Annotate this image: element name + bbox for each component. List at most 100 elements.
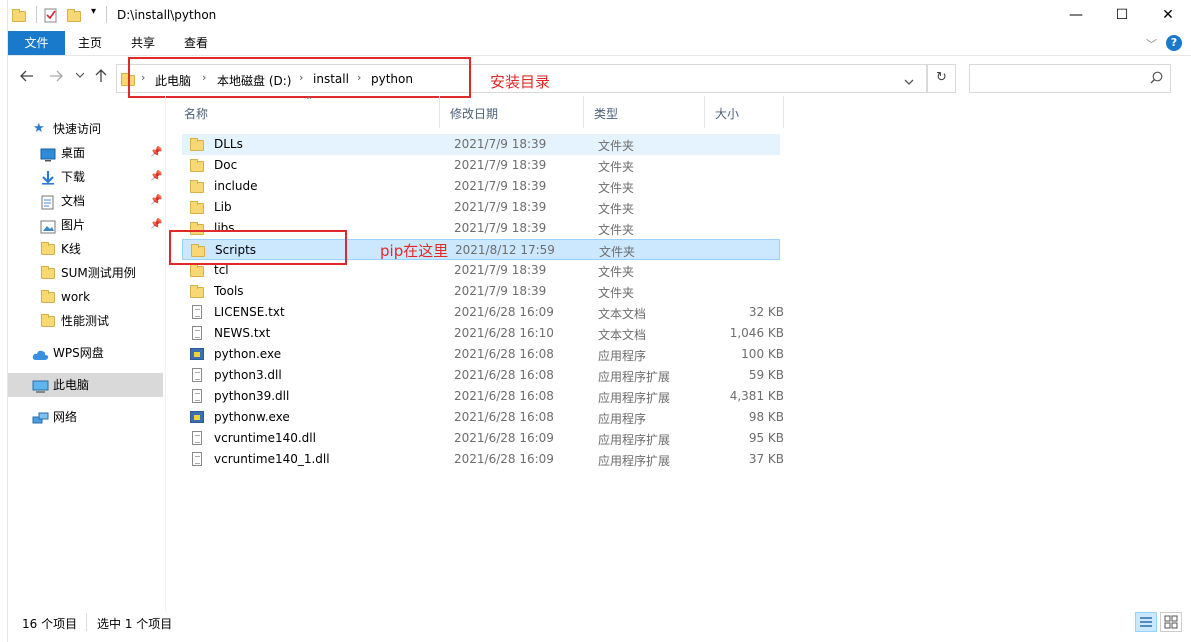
customize-toolbar-icon[interactable]: ▾ [91, 6, 96, 17]
up-button[interactable] [94, 69, 108, 87]
sidebar-item-downloads[interactable]: 下载 📌 [8, 165, 163, 189]
file-size: 1,046 KB [729, 326, 784, 340]
file-name: Doc [214, 158, 238, 172]
file-row[interactable]: python.exe 2021/6/28 16:08 应用程序 100 KB [182, 344, 784, 365]
star-icon: ★ [33, 121, 45, 136]
details-view-button[interactable] [1135, 612, 1157, 632]
forward-button[interactable] [49, 69, 63, 87]
file-name: pythonw.exe [214, 410, 290, 424]
file-row[interactable]: LICENSE.txt 2021/6/28 16:09 文本文档 32 KB [182, 302, 784, 323]
sidebar-item-label: SUM测试用例 [61, 266, 136, 280]
folder-icon [190, 158, 204, 172]
ribbon: 文件 主页 共享 查看 ﹀ ? [8, 31, 1191, 56]
sidebar-item-network[interactable]: 网络 [8, 405, 163, 429]
file-type: 文件夹 [598, 265, 635, 279]
pin-icon: 📌 [150, 147, 163, 158]
sidebar-item-quick-access[interactable]: ★ 快速访问 [8, 117, 163, 141]
search-icon [1150, 71, 1163, 87]
arrow-left-icon [20, 70, 33, 82]
dll-file-icon [190, 389, 204, 403]
recent-locations-button[interactable] [75, 71, 85, 81]
sidebar-item-wps-cloud[interactable]: WPS网盘 [8, 341, 163, 365]
dll-file-icon [190, 368, 204, 382]
file-name: NEWS.txt [214, 326, 271, 340]
folder-icon [190, 263, 204, 277]
details-view-icon [1140, 617, 1152, 627]
tab-home[interactable]: 主页 [70, 31, 110, 55]
arrow-right-icon [50, 70, 63, 82]
sidebar-item-label: 此电脑 [53, 378, 90, 392]
tab-view[interactable]: 查看 [174, 31, 218, 55]
expand-ribbon-icon[interactable]: ﹀ [1146, 36, 1157, 52]
folder-icon [190, 137, 204, 151]
picture-icon [40, 218, 56, 234]
annotation-pip-here: pip在这里 [380, 242, 449, 260]
file-name: DLLs [214, 137, 243, 151]
file-modified-date: 2021/8/12 17:59 [455, 243, 555, 257]
tab-file[interactable]: 文件 [8, 31, 65, 55]
status-divider [86, 613, 87, 631]
file-row[interactable]: python3.dll 2021/6/28 16:08 应用程序扩展 59 KB [182, 365, 784, 386]
file-size: 98 KB [748, 410, 784, 424]
new-folder-icon[interactable] [67, 8, 81, 22]
file-row[interactable]: Doc 2021/7/9 18:39 文件夹 [182, 155, 780, 176]
file-type: 文本文档 [598, 307, 647, 321]
network-icon [32, 410, 49, 424]
file-row[interactable]: python39.dll 2021/6/28 16:08 应用程序扩展 4,381 K… [182, 386, 784, 407]
refresh-button[interactable]: ↻ [927, 64, 956, 93]
file-row[interactable]: NEWS.txt 2021/6/28 16:10 文本文档 1,046 KB [182, 323, 784, 344]
sidebar-item-desktop[interactable]: 桌面 📌 [8, 141, 163, 165]
status-selection-count: 选中 1 个项目 [97, 617, 173, 631]
file-row[interactable]: Lib 2021/7/9 18:39 文件夹 [182, 197, 780, 218]
minimize-button[interactable]: — [1053, 0, 1099, 31]
folder-icon [41, 266, 57, 280]
file-row[interactable]: pythonw.exe 2021/6/28 16:08 应用程序 98 KB [182, 407, 784, 428]
file-modified-date: 2021/6/28 16:08 [454, 410, 554, 424]
file-row[interactable]: Tools 2021/7/9 18:39 文件夹 [182, 281, 780, 302]
file-size: 37 KB [748, 452, 784, 466]
sidebar-item-work[interactable]: work [8, 285, 163, 309]
address-history-dropdown[interactable] [904, 75, 914, 89]
file-name: python3.dll [214, 368, 282, 382]
sidebar-item-perf-test[interactable]: 性能测试 [8, 309, 163, 333]
maximize-button[interactable]: ☐ [1099, 0, 1145, 31]
sidebar-item-pictures[interactable]: 图片 📌 [8, 213, 163, 237]
file-name: vcruntime140.dll [214, 431, 316, 445]
text-file-icon [190, 326, 204, 340]
properties-icon[interactable] [44, 8, 58, 23]
column-header-type[interactable]: 类型 [584, 96, 705, 128]
column-header-size[interactable]: 大小 [705, 96, 784, 128]
sidebar-item-sum-testcases[interactable]: SUM测试用例 [8, 261, 163, 285]
python-exe-icon [190, 410, 204, 424]
back-button[interactable] [20, 69, 34, 87]
close-button[interactable]: ✕ [1145, 0, 1191, 31]
window-title: D:\install\python [117, 8, 217, 22]
large-icons-view-button[interactable] [1160, 612, 1182, 632]
python-exe-icon [190, 347, 204, 361]
file-name: python39.dll [214, 389, 290, 403]
file-row[interactable]: vcruntime140_1.dll 2021/6/28 16:09 应用程序扩展 3… [182, 449, 784, 470]
file-type: 文件夹 [599, 245, 636, 259]
file-row[interactable]: DLLs 2021/7/9 18:39 文件夹 [182, 134, 780, 155]
refresh-icon: ↻ [936, 70, 947, 85]
file-row[interactable]: vcruntime140.dll 2021/6/28 16:09 应用程序扩展 95 … [182, 428, 784, 449]
sidebar-item-kline[interactable]: K线 [8, 237, 163, 261]
download-icon [40, 170, 56, 185]
column-header-modified[interactable]: 修改日期 [440, 96, 584, 128]
help-icon[interactable]: ? [1166, 35, 1182, 51]
sidebar-item-label: K线 [61, 242, 81, 256]
sidebar-item-documents[interactable]: 文档 📌 [8, 189, 163, 213]
sidebar-item-label: 图片 [61, 218, 86, 232]
file-name: python.exe [214, 347, 282, 361]
chevron-down-icon [904, 79, 914, 85]
sidebar-item-this-pc[interactable]: 此电脑 [8, 373, 163, 397]
search-input[interactable] [969, 64, 1171, 93]
file-row[interactable]: include 2021/7/9 18:39 文件夹 [182, 176, 780, 197]
file-modified-date: 2021/6/28 16:09 [454, 452, 554, 466]
folder-icon [41, 290, 57, 304]
pane-divider[interactable] [165, 96, 166, 611]
column-header-name[interactable]: 名称 [174, 96, 440, 128]
tab-share[interactable]: 共享 [122, 31, 164, 55]
explorer-window: ▾ D:\install\python — ☐ ✕ 文件 主页 共享 查看 ﹀ … [8, 0, 1191, 642]
title-bar: ▾ D:\install\python — ☐ ✕ [8, 0, 1191, 31]
